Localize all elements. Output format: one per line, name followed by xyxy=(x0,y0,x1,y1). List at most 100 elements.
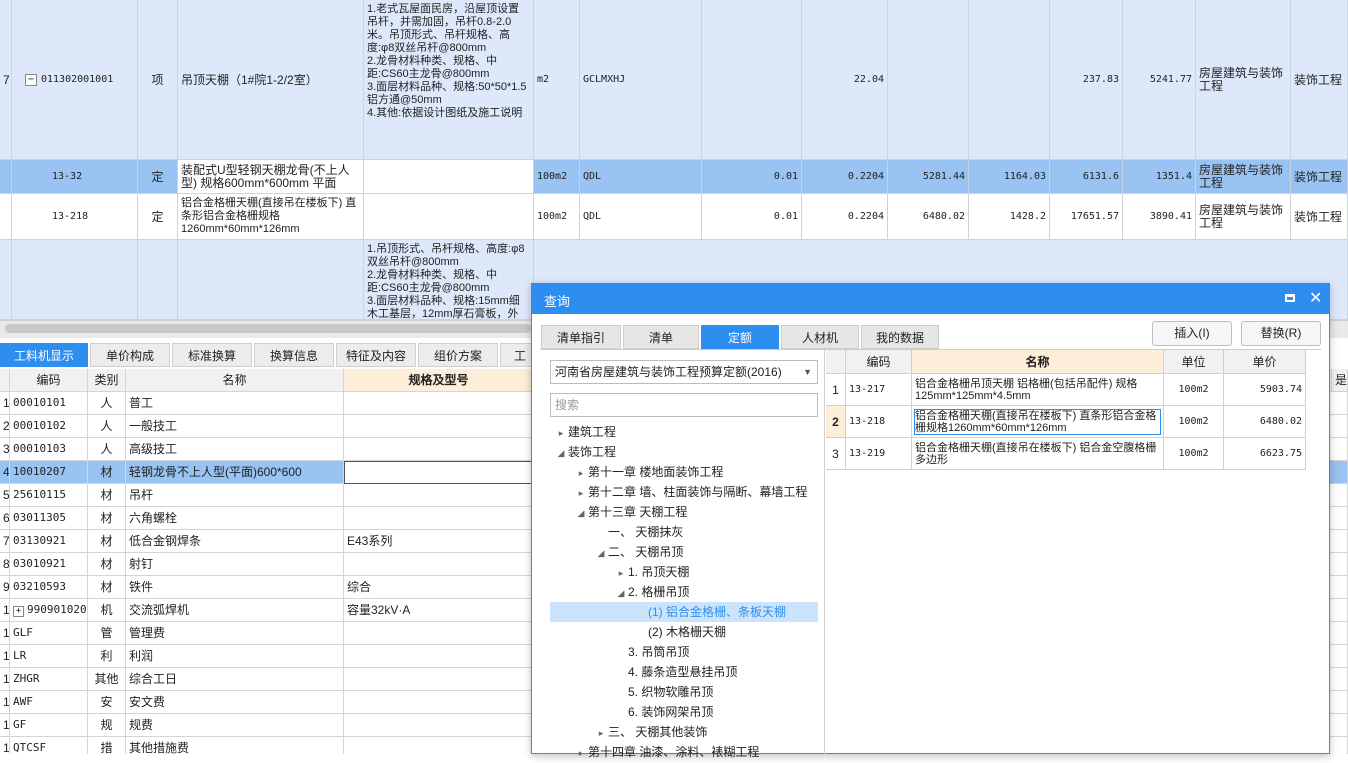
spec-cell[interactable] xyxy=(344,553,534,576)
header-spec[interactable]: 规格及型号 xyxy=(344,369,534,392)
close-icon[interactable]: ✕ xyxy=(1309,288,1322,308)
name-cell[interactable]: 规费 xyxy=(126,714,344,737)
code-cell[interactable]: 03130921 xyxy=(10,530,88,553)
header-unit[interactable]: 单位 xyxy=(1164,350,1224,374)
name-cell[interactable]: 铁件 xyxy=(126,576,344,599)
tree-arrow-icon[interactable]: ◢ xyxy=(594,543,608,563)
tree-node[interactable]: ◢ 2. 格栅吊顶 xyxy=(550,582,818,602)
tree-node[interactable]: ▸ 第十二章 墙、柱面装饰与隔断、幕墙工程 xyxy=(550,482,818,502)
tree-node[interactable]: ◢ 第十三章 天棚工程 xyxy=(550,502,818,522)
name-cell[interactable]: 装配式U型轻钢天棚龙骨(不上人型) 规格600mm*600mm 平面 xyxy=(178,160,364,194)
norm-code[interactable]: 13-217 xyxy=(846,374,912,406)
tab-norm[interactable]: 定额 xyxy=(701,325,779,349)
spec-cell[interactable] xyxy=(344,691,534,714)
maximize-icon[interactable] xyxy=(1285,294,1295,302)
spec-cell[interactable] xyxy=(344,507,534,530)
library-select[interactable]: 河南省房屋建筑与装饰工程预算定额(2016) ▼ xyxy=(550,360,818,384)
name-cell[interactable]: 吊顶天棚（1#院1-2/2室） xyxy=(178,0,364,160)
tree-node[interactable]: 5. 织物软雕吊顶 xyxy=(550,682,818,702)
code-cell[interactable]: QTCSF xyxy=(10,737,88,754)
name-cell[interactable]: 其他措施费 xyxy=(126,737,344,754)
tree-arrow-icon[interactable]: ◢ xyxy=(614,583,628,603)
name-cell[interactable]: 吊杆 xyxy=(126,484,344,507)
name-cell[interactable]: 低合金钢焊条 xyxy=(126,530,344,553)
tree-arrow-icon[interactable]: ◢ xyxy=(574,503,588,523)
code-cell[interactable]: − 011302001001 xyxy=(12,0,138,160)
code-cell[interactable]: 03010921 xyxy=(10,553,88,576)
collapse-icon[interactable]: − xyxy=(25,73,37,86)
name-cell[interactable]: 高级技工 xyxy=(126,438,344,461)
tree-arrow-icon[interactable]: ▸ xyxy=(554,423,568,443)
code-cell[interactable]: LR xyxy=(10,645,88,668)
code-cell[interactable]: 25610115 xyxy=(10,484,88,507)
tree-node[interactable]: ▸ 1. 吊顶天棚 xyxy=(550,562,818,582)
tree-arrow-icon[interactable]: ▸ xyxy=(594,723,608,743)
tab-conversion-info[interactable]: 换算信息 xyxy=(254,343,334,367)
header-type[interactable]: 类别 xyxy=(88,369,126,392)
code-cell[interactable]: +990901020 xyxy=(10,599,88,622)
norm-name-cell[interactable]: 铝合金格栅吊顶天棚 铝格栅(包括吊配件) 规格125mm*125mm*4.5mm xyxy=(912,374,1164,406)
norm-name-cell[interactable]: 铝合金格栅天棚(直接吊在楼板下) 铝合金空腹格栅 多边形 xyxy=(912,438,1164,470)
spec-cell[interactable] xyxy=(344,668,534,691)
name-cell[interactable]: 安文费 xyxy=(126,691,344,714)
spec-cell[interactable] xyxy=(344,392,534,415)
search-input[interactable]: 搜索 xyxy=(550,393,818,417)
name-cell[interactable]: 普工 xyxy=(126,392,344,415)
norm-row[interactable]: 3 13-219 铝合金格栅天棚(直接吊在楼板下) 铝合金空腹格栅 多边形 100m2… xyxy=(826,438,1306,470)
spec-cell[interactable]: E43系列 xyxy=(344,530,534,553)
code-cell[interactable]: 00010103 xyxy=(10,438,88,461)
name-cell[interactable]: 射钉 xyxy=(126,553,344,576)
tree-node[interactable]: ▸ 第十一章 楼地面装饰工程 xyxy=(550,462,818,482)
norm-code[interactable]: 13-218 xyxy=(846,406,912,438)
dialog-titlebar[interactable]: 查询 ✕ xyxy=(532,284,1329,314)
code-cell[interactable]: AWF xyxy=(10,691,88,714)
name-cell[interactable]: 铝合金格栅天棚(直接吊在楼板下) 直条形铝合金格栅规格1260mm*60mm*1… xyxy=(178,194,364,240)
code-cell[interactable]: GF xyxy=(10,714,88,737)
norm-row[interactable]: 13-218 定 铝合金格栅天棚(直接吊在楼板下) 直条形铝合金格栅规格1260… xyxy=(0,194,1348,240)
tree-arrow-icon[interactable]: ▸ xyxy=(574,483,588,503)
spec-cell[interactable] xyxy=(344,484,534,507)
horizontal-scrollbar[interactable] xyxy=(5,324,531,333)
header-name[interactable]: 名称 xyxy=(126,369,344,392)
spec-cell[interactable]: 综合 xyxy=(344,576,534,599)
tree-node[interactable]: ▸ 建筑工程 xyxy=(550,422,818,442)
norm-row[interactable]: 13-32 定 装配式U型轻钢天棚龙骨(不上人型) 规格600mm*600mm … xyxy=(0,160,1348,194)
header-code[interactable]: 编码 xyxy=(846,350,912,374)
header-code[interactable]: 编码 xyxy=(10,369,88,392)
spec-cell[interactable] xyxy=(344,622,534,645)
code-cell[interactable]: GLF xyxy=(10,622,88,645)
spec-cell[interactable] xyxy=(344,438,534,461)
spec-cell[interactable] xyxy=(344,737,534,754)
tree-node[interactable]: 3. 吊筒吊顶 xyxy=(550,642,818,662)
tab-my-data[interactable]: 我的数据 xyxy=(861,325,939,349)
code-cell[interactable]: 03210593 xyxy=(10,576,88,599)
tree-node[interactable]: 4. 藤条造型悬挂吊顶 xyxy=(550,662,818,682)
norm-code[interactable]: 13-219 xyxy=(846,438,912,470)
bill-row[interactable]: 7 − 011302001001 项 吊顶天棚（1#院1-2/2室） 1.老式瓦… xyxy=(0,0,1348,160)
name-cell[interactable]: 利润 xyxy=(126,645,344,668)
tree-node[interactable]: 6. 装饰网架吊顶 xyxy=(550,702,818,722)
spec-cell[interactable] xyxy=(344,645,534,668)
tab-features[interactable]: 特征及内容 xyxy=(336,343,416,367)
name-cell[interactable]: 交流弧焊机 xyxy=(126,599,344,622)
features-cell[interactable]: 1.吊顶形式、吊杆规格、高度:φ8双丝吊杆@800mm 2.龙骨材料种类、规格、… xyxy=(364,240,534,320)
tab-unit-price[interactable]: 单价构成 xyxy=(90,343,170,367)
header-right[interactable]: 是 xyxy=(1332,369,1348,392)
tree-arrow-icon[interactable]: ▸ xyxy=(574,463,588,483)
code-cell[interactable]: ZHGR xyxy=(10,668,88,691)
header-price[interactable]: 单价 xyxy=(1224,350,1306,374)
name-cell[interactable]: 六角螺栓 xyxy=(126,507,344,530)
tree-node[interactable]: ▸ 第十四章 油漆、涂料、裱糊工程 xyxy=(550,742,818,762)
tree-arrow-icon[interactable]: ▸ xyxy=(614,563,628,583)
tab-bill[interactable]: 清单 xyxy=(623,325,699,349)
tab-resources[interactable]: 人材机 xyxy=(781,325,859,349)
tree-arrow-icon[interactable]: ◢ xyxy=(554,443,568,463)
code-cell[interactable]: 13-218 xyxy=(12,194,138,240)
code-cell[interactable]: 13-32 xyxy=(12,160,138,194)
features-cell[interactable] xyxy=(364,160,534,194)
replace-button[interactable]: 替换(R) xyxy=(1241,321,1321,346)
tree-node[interactable]: (2) 木格栅天棚 xyxy=(550,622,818,642)
pane-divider[interactable] xyxy=(824,350,825,755)
tab-standard-conversion[interactable]: 标准换算 xyxy=(172,343,252,367)
norm-row[interactable]: 1 13-217 铝合金格栅吊顶天棚 铝格栅(包括吊配件) 规格125mm*125m… xyxy=(826,374,1306,406)
